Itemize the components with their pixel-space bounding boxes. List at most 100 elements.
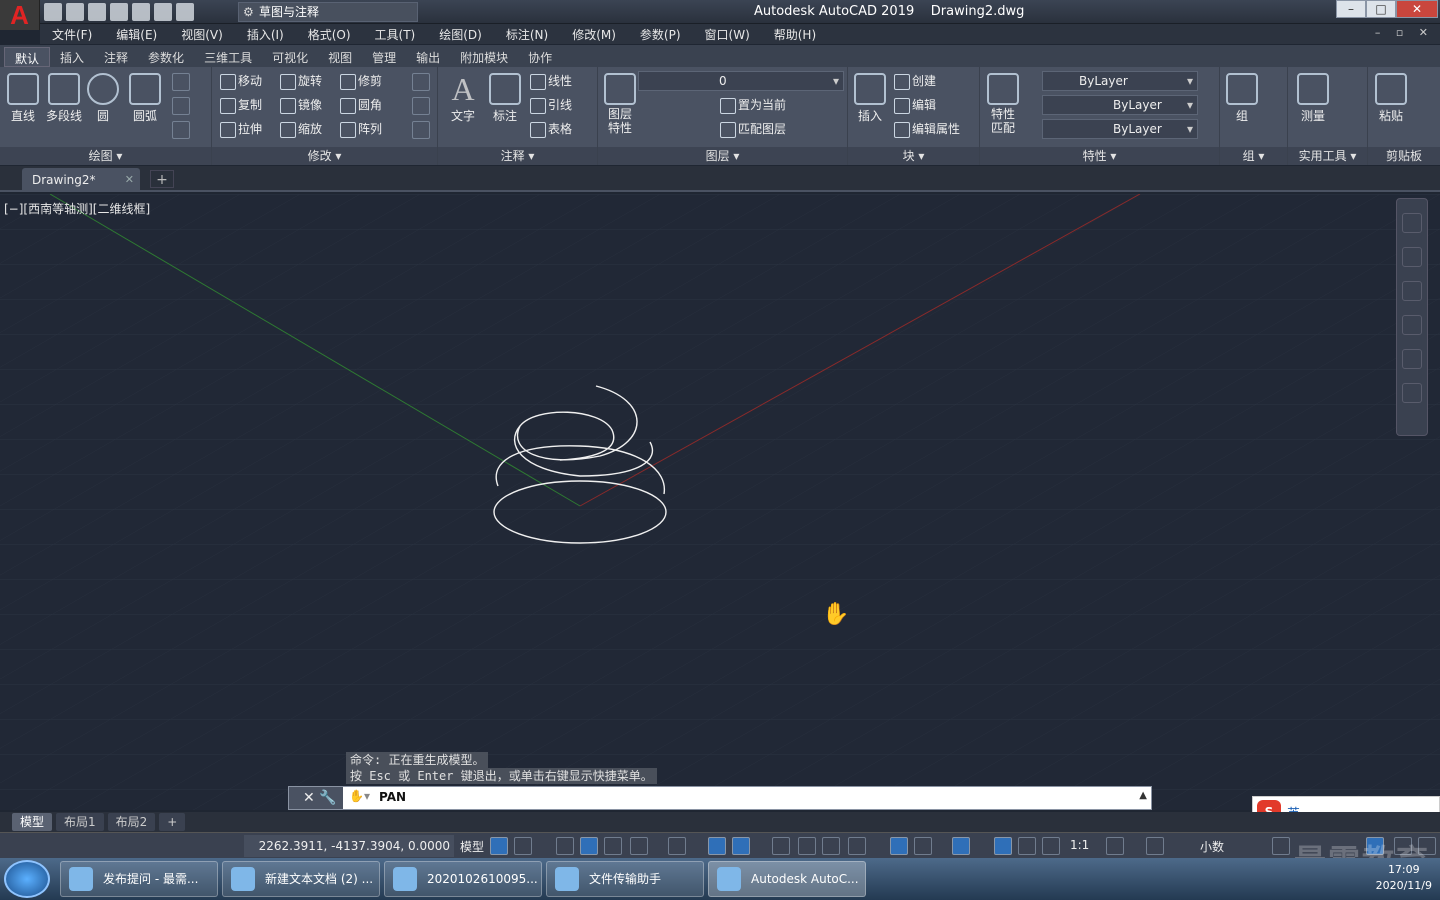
workspace-dropdown[interactable]: 草图与注释 [238, 2, 418, 22]
zoom-icon[interactable] [1402, 315, 1422, 335]
command-line[interactable]: ✕ 🔧 ✋▾ PAN ▲ [288, 786, 1152, 810]
infer-constraints-icon[interactable] [556, 837, 574, 855]
menu-help[interactable]: 帮助(H) [762, 26, 828, 43]
annotation-scale-icon[interactable] [1042, 837, 1060, 855]
object-snap-tracking-icon[interactable] [708, 837, 726, 855]
menu-view[interactable]: 视图(V) [169, 26, 235, 43]
history-expand-icon[interactable]: ▲ [1139, 790, 1147, 801]
undo-icon[interactable] [154, 3, 172, 21]
close-tab-icon[interactable]: ✕ [125, 168, 134, 192]
tab-insert[interactable]: 插入 [50, 47, 94, 67]
redo-icon[interactable] [176, 3, 194, 21]
layer-dropdown[interactable]: 0 [638, 71, 844, 91]
object-snap-icon[interactable] [732, 837, 750, 855]
polar-icon[interactable] [630, 837, 648, 855]
quick-properties-icon[interactable] [1272, 837, 1290, 855]
tab-manage[interactable]: 管理 [362, 47, 406, 67]
close-command-icon[interactable]: ✕ [303, 790, 315, 806]
autocad-logo-icon[interactable]: A [0, 0, 40, 30]
trim-button[interactable]: 修剪 [338, 71, 382, 91]
selection-cycling-icon[interactable] [822, 837, 840, 855]
drawing-viewport[interactable]: [−][西南等轴测][二维线框] ✋ [0, 194, 1440, 810]
create-block-button[interactable]: 创建 [892, 71, 936, 91]
maximize-button[interactable]: □ [1366, 0, 1396, 18]
showmotion-icon[interactable] [1402, 383, 1422, 403]
group-button[interactable]: 组 [1224, 73, 1260, 124]
menu-edit[interactable]: 编辑(E) [104, 26, 169, 43]
linear-button[interactable]: 线性 [528, 71, 572, 91]
lineweight-icon[interactable] [772, 837, 790, 855]
workspace-switch-icon[interactable] [1106, 837, 1124, 855]
new-tab-button[interactable]: + [150, 170, 174, 188]
annotation-visibility-icon[interactable] [994, 837, 1012, 855]
circle-button[interactable]: 圆 [86, 73, 120, 124]
match-properties-button[interactable]: 特性 匹配 [984, 73, 1022, 135]
selection-filter-icon[interactable] [914, 837, 932, 855]
line-button[interactable]: 直线 [6, 73, 40, 124]
panel-modify-title[interactable]: 修改 ▾ [212, 147, 437, 165]
taskbar-autocad[interactable]: Autodesk AutoC... [708, 861, 866, 897]
panel-utilities-title[interactable]: 实用工具 ▾ [1288, 147, 1367, 165]
taskbar-word[interactable]: 2020102610095... [384, 861, 542, 897]
paste-button[interactable]: 粘贴 [1372, 73, 1410, 124]
tab-default[interactable]: 默认 [4, 47, 51, 67]
table-button[interactable]: 表格 [528, 119, 572, 139]
erase-icon[interactable] [412, 73, 430, 91]
annotation-monitor-icon[interactable] [1146, 837, 1164, 855]
menu-dimension[interactable]: 标注(N) [494, 26, 560, 43]
ortho-icon[interactable] [604, 837, 622, 855]
taskbar-wechat[interactable]: 文件传输助手 [546, 861, 704, 897]
3d-osnap-icon[interactable] [848, 837, 866, 855]
auto-scale-icon[interactable] [1018, 837, 1036, 855]
viewcube-icon[interactable] [1402, 213, 1422, 233]
rotate-button[interactable]: 旋转 [278, 71, 322, 91]
tab-collaborate[interactable]: 协作 [518, 47, 562, 67]
explode-icon[interactable] [412, 97, 430, 115]
tab-3d-tools[interactable]: 三维工具 [194, 47, 262, 67]
tab-view[interactable]: 视图 [318, 47, 362, 67]
save-as-icon[interactable] [110, 3, 128, 21]
grid-toggle-icon[interactable] [490, 837, 508, 855]
tab-layout2[interactable]: 布局2 [107, 813, 156, 831]
arc-button[interactable]: 圆弧 [128, 73, 162, 124]
leader-button[interactable]: 引线 [528, 95, 572, 115]
tab-visualize[interactable]: 可视化 [262, 47, 318, 67]
doc-tab-drawing2[interactable]: Drawing2* ✕ [22, 168, 140, 192]
menu-file[interactable]: 文件(F) [40, 26, 104, 43]
new-file-icon[interactable] [44, 3, 62, 21]
panel-properties-title[interactable]: 特性 ▾ [980, 147, 1219, 165]
ellipse-icon[interactable] [172, 97, 190, 115]
tab-layout1[interactable]: 布局1 [56, 813, 104, 831]
panel-annotation-title[interactable]: 注释 ▾ [438, 147, 597, 165]
units-value[interactable]: 小数 [1200, 838, 1224, 855]
menu-parametric[interactable]: 参数(P) [628, 26, 693, 43]
layer-properties-button[interactable]: 图层 特性 [602, 73, 638, 135]
set-current-button[interactable]: 置为当前 [718, 95, 786, 115]
open-file-icon[interactable] [66, 3, 84, 21]
model-space-button[interactable]: 模型 [460, 838, 484, 855]
panel-clipboard-title[interactable]: 剪贴板 [1368, 147, 1440, 165]
command-input[interactable]: PAN [379, 790, 406, 804]
pan-icon[interactable] [1402, 281, 1422, 301]
offset-icon[interactable] [412, 121, 430, 139]
color-dropdown[interactable]: ByLayer [1042, 71, 1198, 91]
scale-button[interactable]: 缩放 [278, 119, 322, 139]
coordinates-readout[interactable]: 2262.3911, -4137.3904, 0.0000 [244, 835, 454, 857]
dynamic-input-icon[interactable] [580, 837, 598, 855]
isodraft-icon[interactable] [668, 837, 686, 855]
menu-draw[interactable]: 绘图(D) [427, 26, 494, 43]
mirror-button[interactable]: 镜像 [278, 95, 322, 115]
hatch-icon[interactable] [172, 121, 190, 139]
menu-insert[interactable]: 插入(I) [235, 26, 296, 43]
steering-wheel-icon[interactable] [1402, 247, 1422, 267]
mdi-controls[interactable]: – ▫ ✕ [1375, 26, 1434, 39]
close-button[interactable]: ✕ [1396, 0, 1438, 18]
annotation-scale-value[interactable]: 1:1 [1070, 838, 1089, 852]
start-button-icon[interactable] [4, 860, 50, 898]
tab-model[interactable]: 模型 [12, 813, 53, 831]
edit-attributes-button[interactable]: 编辑属性 [892, 119, 960, 139]
taskbar-ie[interactable]: 发布提问 - 最需... [60, 861, 218, 897]
panel-block-title[interactable]: 块 ▾ [848, 147, 979, 165]
edit-block-button[interactable]: 编辑 [892, 95, 936, 115]
panel-draw-title[interactable]: 绘图 ▾ [0, 147, 211, 165]
